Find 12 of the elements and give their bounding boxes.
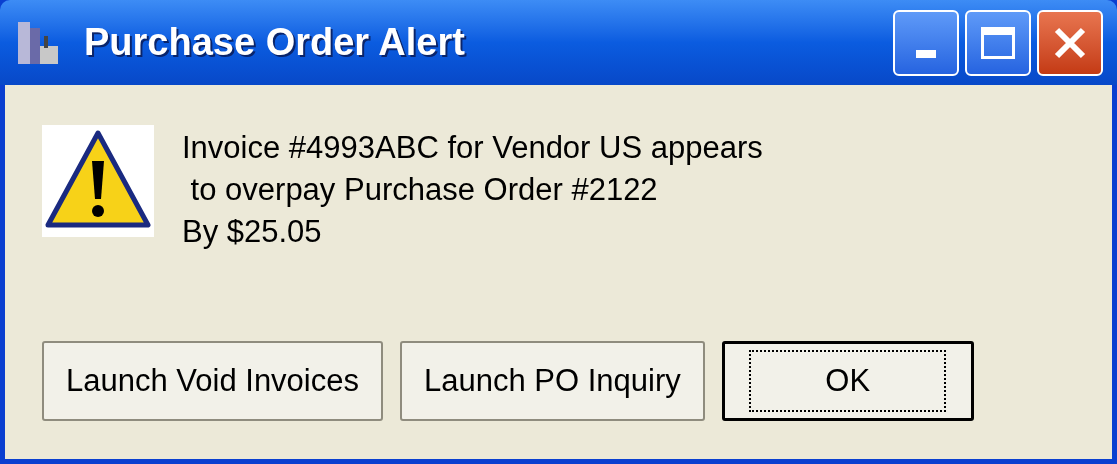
close-icon (1053, 25, 1087, 60)
maximize-icon (981, 26, 1015, 59)
minimize-button[interactable] (893, 9, 959, 76)
dialog-button[interactable]: Launch Void Invoices (42, 341, 383, 421)
window-title: Purchase Order Alert (84, 20, 465, 65)
maximize-button[interactable] (965, 9, 1031, 76)
close-button[interactable] (1037, 9, 1103, 76)
alert-message: Invoice #4993ABC for Vendor US appears to overpay Purchase Order #2122 By $25.05 (182, 129, 763, 251)
dialog-button[interactable]: OK (721, 341, 974, 421)
minimize-icon (916, 49, 936, 58)
dialog-button[interactable]: Launch PO Inquiry (400, 341, 705, 421)
warning-icon (42, 125, 154, 237)
